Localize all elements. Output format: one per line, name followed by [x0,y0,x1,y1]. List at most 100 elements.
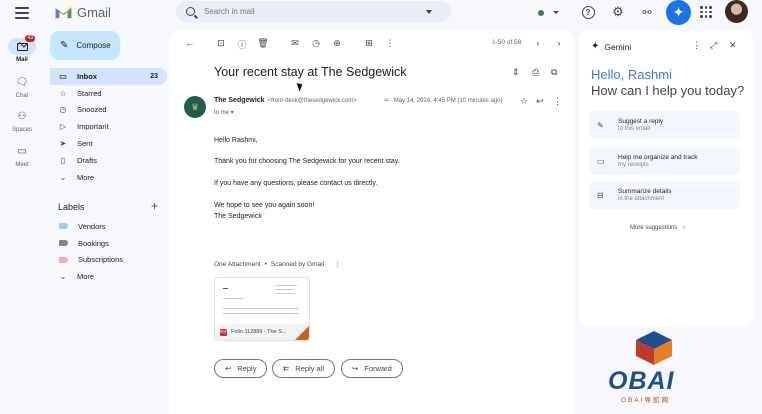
attachment-card[interactable]: PDF Folio 112889 - The S... [214,277,310,341]
sender-avatar[interactable]: ♛ [184,96,206,118]
chevron-right-icon[interactable]: › [553,38,565,48]
chevron-left-icon[interactable]: ‹ [532,38,544,48]
main-menu-icon[interactable] [15,7,29,19]
gmail-logo[interactable]: Gmail [55,5,111,20]
attachment-header: One Attachment • Scanned by Gmail ⋮ [214,260,341,269]
trash-icon[interactable]: 🗑 [257,38,269,49]
gear-icon[interactable]: ⚙ [609,3,627,21]
suggestion-subtitle: my receipts [618,162,649,168]
attachment-scan-note: Scanned by Gmail [270,260,325,268]
suggestion-summarize[interactable]: ⊟ Summarize details in the attachment [589,181,740,209]
add-task-icon[interactable]: ⊕ [331,38,343,49]
more-vert-icon[interactable]: ⋮ [553,96,562,107]
compose-button[interactable]: ✎ Compose [50,31,120,60]
forward-button[interactable]: ↪ Forward [341,359,403,378]
watermark-subtext: OBAI导航网 [621,397,671,404]
recipient-line[interactable]: to me ▾ [214,109,234,116]
video-camera-icon: ▭ [17,146,27,157]
more-vert-icon[interactable]: ⋮ [692,40,701,51]
search-input[interactable] [204,7,419,16]
send-icon: ➤ [59,139,67,149]
rail-spaces[interactable]: ⚇ Spaces [6,108,38,133]
nav-item-important[interactable]: ▷ Important [50,118,167,135]
attachment-clip-icon: ⌓ [384,97,389,103]
add-label-icon[interactable]: + [151,200,158,212]
nav-item-inbox[interactable]: ▭ Inbox 23 [50,68,167,85]
reply-all-button[interactable]: ⇇ Reply all [272,359,336,378]
rail-chat[interactable]: 🗨 Chat [6,74,38,99]
search-bar[interactable] [176,1,451,22]
chevron-down-icon: ⌄ [59,172,67,182]
magic-pen-icon: ✎ [597,120,604,130]
report-spam-icon[interactable]: ⓘ [236,38,248,51]
nav-item-starred[interactable]: ☆ Starred [50,85,167,102]
sender-line: The Sedgewick <front-desk@thesedgewick.c… [214,97,357,104]
label-item-bookings[interactable]: Bookings [50,235,167,252]
print-icon[interactable]: ⎙ [532,67,539,78]
mark-unread-icon[interactable]: ✉ [289,38,301,49]
message-date: May 14, 2024, 4:45 PM (10 minutes ago) [393,97,503,104]
expand-all-icon[interactable]: ⇕ [512,67,520,78]
folder-nav: ▭ Inbox 23 ☆ Starred ◷ Snoozed ▷ Importa… [50,68,167,186]
status-dropdown-icon[interactable] [553,11,559,14]
nav-item-more[interactable]: ⌄ More [50,169,167,186]
search-icon[interactable] [186,7,195,16]
nav-item-sent[interactable]: ➤ Sent [50,135,167,152]
label-item-vendors[interactable]: Vendors [50,218,167,235]
gemini-prompt: How can I help you today? [591,83,745,98]
open-new-window-icon[interactable]: ⧉ [551,67,557,78]
suggestion-subtitle: in the attachment [618,196,665,202]
star-icon[interactable]: ☆ [520,96,528,107]
body-line: Hello Rashmi, [214,137,258,144]
nav-item-drafts[interactable]: ▯ Drafts [50,152,167,169]
help-icon[interactable]: ? [579,3,597,21]
back-arrow-icon[interactable]: ← [184,38,196,48]
close-icon[interactable]: ✕ [729,40,737,51]
labels-header: Labels + [58,200,158,212]
connected-apps-icon[interactable]: ⚯ [638,3,656,21]
rail-label: Meet [15,162,29,168]
app-name: Gmail [77,5,111,20]
gemini-panel: ✦ Gemini ⋮ ⤢ ✕ Hello, Rashmi How can I h… [579,30,753,326]
suggestion-organize[interactable]: ▭ Help me organize and track my receipts [589,147,740,175]
expand-icon[interactable]: ⤢ [710,40,717,51]
nav-label: Important [77,122,109,132]
more-vert-icon[interactable]: ⋮ [334,260,341,268]
label-item-more[interactable]: ⌄ More [50,268,167,285]
sender-name[interactable]: The Sedgewick [214,97,265,104]
attachment-name: Folio 112889 - The S... [231,329,287,335]
status-indicator-icon[interactable] [538,10,544,16]
doc-preview-line [275,293,295,294]
rail-label: Mail [16,57,28,63]
search-options-icon[interactable] [426,9,432,14]
body-line: We hope to see you again soon! [214,202,315,209]
chat-icon: 🗨 [15,77,29,88]
body-line: If you have any questions, please contac… [214,180,378,187]
snooze-icon[interactable]: ◷ [310,38,322,49]
attachment-heading: One Attachment [214,260,261,268]
nav-item-snoozed[interactable]: ◷ Snoozed [50,102,167,119]
label-item-subscriptions[interactable]: Subscriptions [50,252,167,269]
move-to-icon[interactable]: ⊞ [363,38,375,49]
nav-label: Sent [77,139,93,149]
more-vert-icon[interactable]: ⋮ [384,38,396,49]
archive-icon[interactable]: ⊡ [215,38,227,49]
rail-meet[interactable]: ▭ Meet [6,143,38,168]
suggestion-title: Suggest a reply [618,118,664,125]
more-suggestions-link[interactable]: More suggestions › [630,225,685,231]
doc-preview-line [223,288,228,289]
reply-icon[interactable]: ↩ [536,96,544,107]
gemini-sparkle-icon[interactable]: ✦ [666,0,691,25]
watermark: OBAI OBAI导航网 [604,330,704,410]
avatar[interactable] [725,0,748,23]
reply-button[interactable]: ↩ Reply [214,359,268,378]
apps-grid-icon[interactable] [700,6,712,18]
rail-mail[interactable]: 43 Mail [6,35,38,63]
reply-label: Reply [237,364,257,373]
sender-email: <front-desk@thesedgewick.com> [267,98,357,104]
suggestion-reply[interactable]: ✎ Suggest a reply to this email [589,111,740,139]
reply-all-label: Reply all [295,364,325,373]
gemini-title: Gemini [604,41,632,52]
top-bar: Gmail ? ⚙ ⚯ ✦ [0,0,762,28]
label-tag-icon [59,256,68,263]
